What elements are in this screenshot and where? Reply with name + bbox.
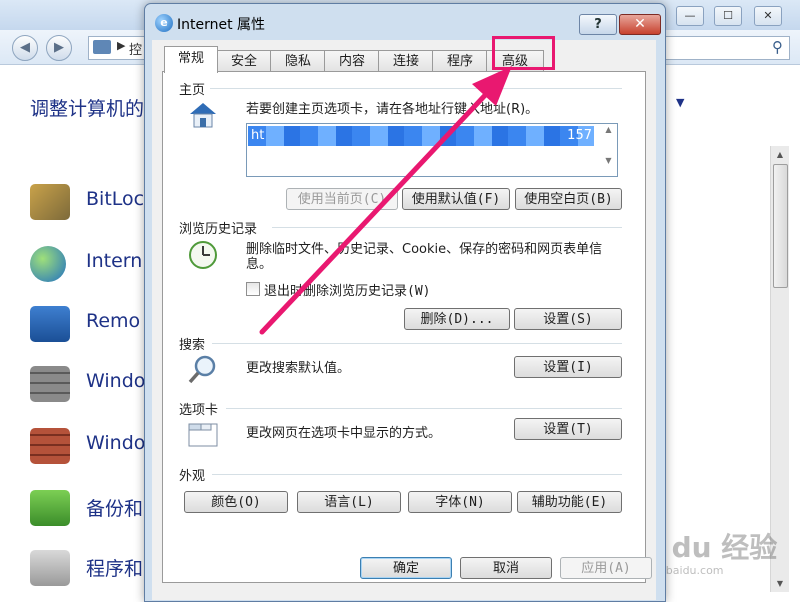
annotation-arrow-icon [259, 66, 512, 335]
